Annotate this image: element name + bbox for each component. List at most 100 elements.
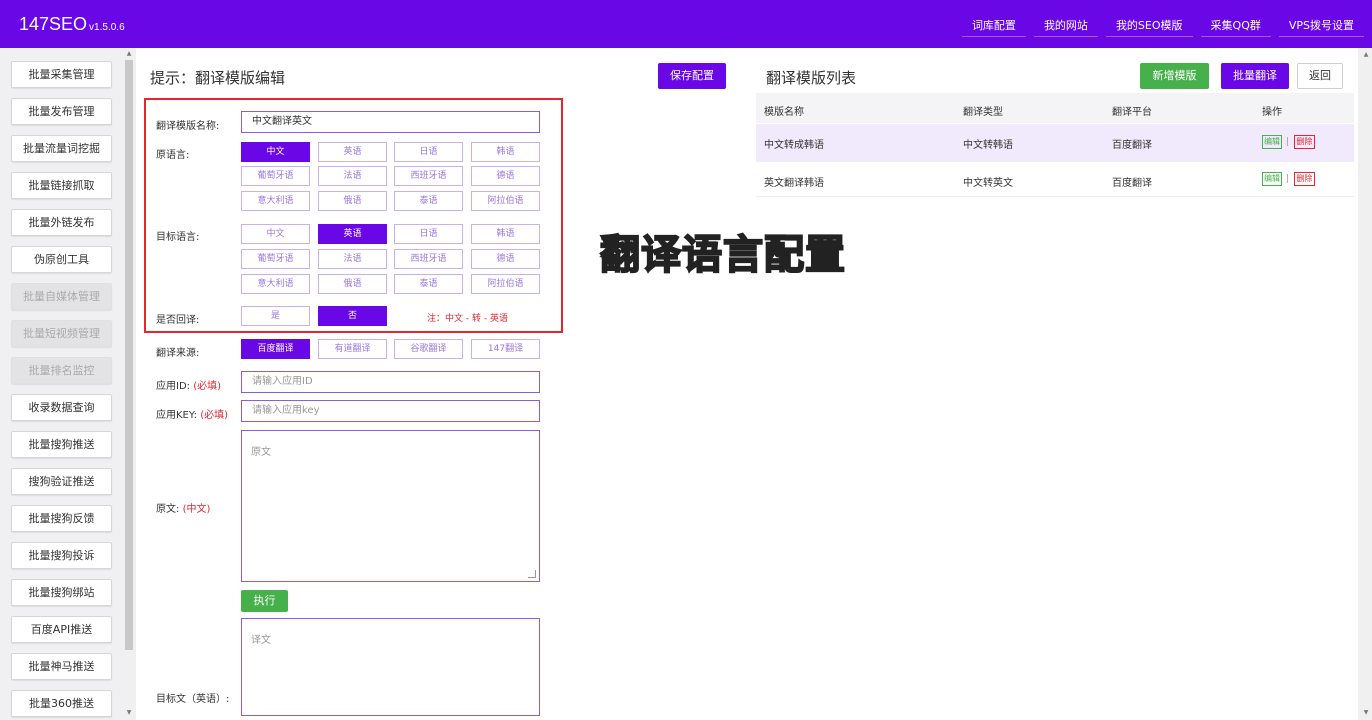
page-scroll-down-icon[interactable]: ▼ [1360,707,1372,719]
engine-label: 翻译来源: [156,348,200,359]
edit-button[interactable]: 编辑 [1262,172,1282,186]
engine-option[interactable]: 谷歌翻译 [394,339,463,359]
action-separator: | [1286,174,1290,184]
sidebar-item[interactable]: 批量360推送 [11,690,112,717]
resize-grip-icon[interactable] [528,570,536,578]
row-divider [756,196,1354,197]
sidebar-item[interactable]: 批量发布管理 [11,98,112,125]
target-lang-option[interactable]: 意大利语 [241,274,310,294]
original-lang: (中文) [182,504,211,515]
sidebar-item: 批量自媒体管理 [11,283,112,310]
nav-my-sites[interactable]: 我的网站 [1033,14,1098,37]
target-lang-option[interactable]: 日语 [394,224,463,244]
target-lang-option[interactable]: 中文 [241,224,310,244]
sidebar-item[interactable]: 批量搜狗反馈 [11,505,112,532]
page-scrollbar[interactable] [1360,48,1372,720]
run-button[interactable]: 执行 [241,590,288,612]
col-name: 模版名称 [764,107,804,118]
scroll-down-icon[interactable]: ▼ [124,708,134,718]
row-type: 中文转韩语 [963,140,1013,151]
add-template-button[interactable]: 新增模版 [1140,63,1209,89]
appkey-label: 应用KEY: (必填) [156,406,228,421]
sidebar-item[interactable]: 搜狗验证推送 [11,468,112,495]
appid-input[interactable]: 请输入应用ID [241,371,540,393]
row-platform: 百度翻译 [1112,178,1152,189]
scroll-up-icon[interactable]: ▲ [124,49,134,59]
source-lang-option[interactable]: 泰语 [394,191,463,211]
target-lang-option[interactable]: 阿拉伯语 [471,274,540,294]
back-button[interactable]: 返回 [1297,63,1343,89]
source-lang-option[interactable]: 意大利语 [241,191,310,211]
edit-button[interactable]: 编辑 [1262,135,1282,149]
sidebar-item[interactable]: 收录数据查询 [11,394,112,421]
appkey-input[interactable]: 请输入应用key [241,400,540,422]
row-name: 中文转成韩语 [764,140,824,151]
backtranslate-label: 是否回译: [156,315,200,326]
page-scroll-up-icon[interactable]: ▲ [1360,49,1372,61]
nav-qq-group[interactable]: 采集QQ群 [1200,14,1271,37]
source-lang-option[interactable]: 德语 [471,166,540,186]
nav-lexicon[interactable]: 词库配置 [961,14,1026,37]
template-name-input[interactable]: 中文翻译英文 [241,111,540,133]
sidebar-item[interactable]: 批量搜狗绑站 [11,579,112,606]
nav-seo-templates[interactable]: 我的SEO模版 [1105,14,1193,37]
appid-label-text: 应用ID: [156,381,191,392]
source-lang-option[interactable]: 英语 [318,142,387,162]
source-lang-option[interactable]: 日语 [394,142,463,162]
sidebar-item[interactable]: 批量外链发布 [11,209,112,236]
sidebar-item[interactable]: 伪原创工具 [11,246,112,273]
target-lang-option[interactable]: 俄语 [318,274,387,294]
source-lang-label: 原语言: [156,150,190,161]
source-lang-option[interactable]: 西班牙语 [394,166,463,186]
delete-button[interactable]: 删除 [1294,135,1315,149]
sidebar-item[interactable]: 批量搜狗推送 [11,431,112,458]
source-lang-option[interactable]: 阿拉伯语 [471,191,540,211]
target-lang-option[interactable]: 西班牙语 [394,249,463,269]
sidebar-item[interactable]: 批量流量词挖掘 [11,135,112,162]
top-nav: 词库配置 我的网站 我的SEO模版 采集QQ群 VPS拨号设置 [954,14,1364,37]
source-lang-option[interactable]: 中文 [241,142,310,162]
overlay-caption: 翻译语言配置 [599,231,846,279]
source-lang-option[interactable]: 法语 [318,166,387,186]
editor-title: 提示：翻译模版编辑 [150,69,286,87]
target-lang-option[interactable]: 法语 [318,249,387,269]
sidebar-item[interactable]: 批量链接抓取 [11,172,112,199]
source-lang-option[interactable]: 葡萄牙语 [241,166,310,186]
action-separator: | [1286,137,1290,147]
sidebar-item[interactable]: 批量搜狗投诉 [11,542,112,569]
top-bar: 147SEO v1.5.0.6 词库配置 我的网站 我的SEO模版 采集QQ群 V… [0,0,1372,48]
sidebar-item[interactable]: 百度API推送 [11,616,112,643]
backtranslate-no[interactable]: 否 [318,306,387,326]
original-textarea[interactable]: 原文 [241,430,540,582]
batch-translate-button[interactable]: 批量翻译 [1221,63,1289,89]
target-lang-option[interactable]: 德语 [471,249,540,269]
engine-option[interactable]: 147翻译 [471,339,540,359]
target-textarea[interactable]: 译文 [241,618,540,716]
sidebar-item[interactable]: 批量采集管理 [11,61,112,88]
source-lang-option[interactable]: 韩语 [471,142,540,162]
engine-option[interactable]: 有道翻译 [318,339,387,359]
sidebar-scroll-thumb[interactable] [125,60,133,650]
original-placeholder: 原文 [251,447,271,458]
original-label: 原文: (中文) [156,500,210,515]
backtranslate-note: 注：中文 - 转 - 英语 [427,314,508,324]
brand-name: 147SEO [19,14,88,34]
sidebar-item[interactable]: 批量神马推送 [11,653,112,680]
appkey-required: (必填) [200,410,229,421]
source-lang-option[interactable]: 俄语 [318,191,387,211]
nav-vps-settings[interactable]: VPS拨号设置 [1278,14,1364,37]
target-lang-option[interactable]: 韩语 [471,224,540,244]
backtranslate-yes[interactable]: 是 [241,306,310,326]
delete-button[interactable]: 删除 [1294,172,1315,186]
col-actions: 操作 [1262,107,1282,118]
brand: 147SEO v1.5.0.6 [19,14,125,35]
target-lang-option[interactable]: 英语 [318,224,387,244]
target-lang-option[interactable]: 葡萄牙语 [241,249,310,269]
target-lang-option[interactable]: 泰语 [394,274,463,294]
row-name: 英文翻译韩语 [764,178,824,189]
save-config-button[interactable]: 保存配置 [658,63,726,89]
engine-option[interactable]: 百度翻译 [241,339,310,359]
row-platform: 百度翻译 [1112,140,1152,151]
sidebar: 批量采集管理 批量发布管理 批量流量词挖掘 批量链接抓取 批量外链发布 伪原创工… [0,48,122,720]
appid-label: 应用ID: (必填) [156,377,221,392]
